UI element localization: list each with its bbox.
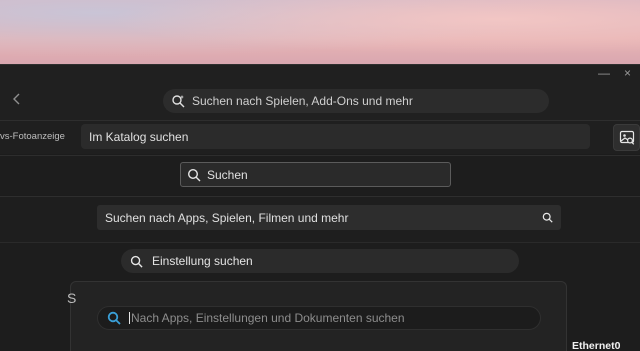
search-icon <box>130 255 143 268</box>
settings-search-input[interactable]: Einstellung suchen <box>121 249 519 273</box>
chevron-left-icon <box>13 93 20 105</box>
photos-app-label: vs-Fotoanzeige <box>0 131 65 142</box>
text-caret <box>129 312 130 324</box>
image-search-button[interactable] <box>613 124 640 151</box>
desktop-wallpaper <box>0 0 640 64</box>
store-apps-search-input[interactable]: Suchen nach Apps, Spielen, Filmen und me… <box>97 205 561 230</box>
search-icon <box>187 168 201 181</box>
start-search-input[interactable]: Nach Apps, Einstellungen und Dokumenten … <box>97 306 541 330</box>
catalog-search-text: Im Katalog suchen <box>89 129 189 144</box>
close-button[interactable]: × <box>624 66 631 80</box>
search-sparkle-icon <box>172 95 185 108</box>
explorer-search-input[interactable]: Suchen <box>180 162 451 187</box>
store-search-input[interactable]: Suchen nach Spielen, Add-Ons und mehr <box>163 89 549 113</box>
windows-search-icon <box>107 311 121 325</box>
image-search-icon <box>619 130 634 145</box>
start-search-placeholder: Nach Apps, Einstellungen und Dokumenten … <box>131 311 405 325</box>
store-apps-search-placeholder: Suchen nach Apps, Spielen, Filmen und me… <box>105 210 349 225</box>
network-label: Ethernet0 <box>572 340 621 351</box>
explorer-search-placeholder: Suchen <box>207 167 248 182</box>
store-search-placeholder: Suchen nach Spielen, Add-Ons und mehr <box>192 94 413 108</box>
panel-edge-glyph: S <box>67 290 77 306</box>
settings-search-placeholder: Einstellung suchen <box>152 254 253 268</box>
search-icon[interactable] <box>542 212 553 223</box>
back-button[interactable] <box>8 92 26 110</box>
minimize-button[interactable]: — <box>598 66 610 80</box>
catalog-search-input[interactable]: Im Katalog suchen <box>81 124 590 149</box>
